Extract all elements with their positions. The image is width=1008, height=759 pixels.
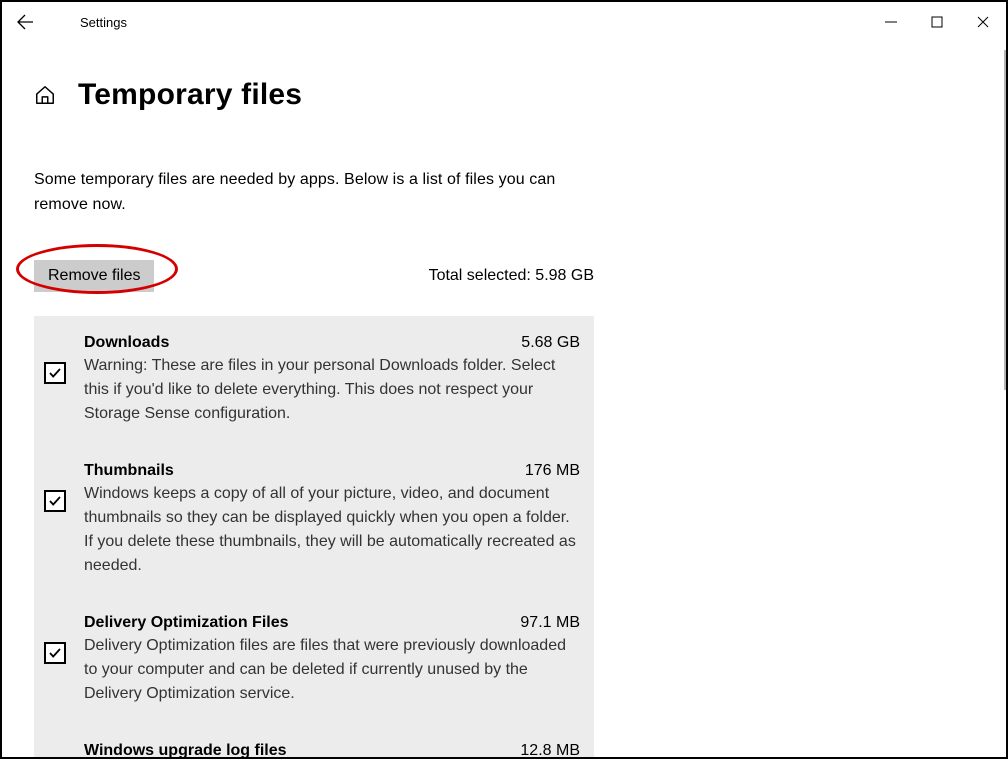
maximize-button[interactable] bbox=[914, 2, 960, 42]
back-button[interactable] bbox=[2, 2, 48, 42]
close-icon bbox=[977, 16, 989, 28]
item-name: Delivery Optimization Files bbox=[84, 614, 289, 632]
remove-files-button[interactable]: Remove files bbox=[34, 260, 154, 292]
close-button[interactable] bbox=[960, 2, 1006, 42]
item-name: Windows upgrade log files bbox=[84, 742, 287, 759]
page-header: Temporary files bbox=[34, 78, 1006, 112]
item-size: 97.1 MB bbox=[520, 614, 580, 632]
checkbox-thumbnails[interactable] bbox=[44, 490, 66, 512]
maximize-icon bbox=[931, 16, 943, 28]
temp-file-item-delivery-optimization: Delivery Optimization Files 97.1 MB Deliv… bbox=[44, 614, 580, 742]
minimize-button[interactable] bbox=[868, 2, 914, 42]
minimize-icon bbox=[885, 16, 897, 28]
titlebar: Settings bbox=[2, 2, 1006, 42]
item-name: Thumbnails bbox=[84, 462, 174, 480]
temp-file-item-thumbnails: Thumbnails 176 MB Windows keeps a copy of… bbox=[44, 462, 580, 614]
item-size: 5.68 GB bbox=[521, 334, 580, 352]
scrollbar-thumb[interactable] bbox=[1004, 50, 1008, 390]
home-button[interactable] bbox=[34, 84, 56, 106]
window-title: Settings bbox=[80, 15, 127, 30]
page-title: Temporary files bbox=[78, 78, 302, 112]
check-icon bbox=[48, 646, 62, 660]
item-description: Delivery Optimization files are files th… bbox=[84, 634, 580, 706]
window-controls bbox=[868, 2, 1006, 42]
arrow-left-icon bbox=[17, 14, 33, 30]
checkbox-downloads[interactable] bbox=[44, 362, 66, 384]
temp-file-item-downloads: Downloads 5.68 GB Warning: These are file… bbox=[44, 334, 580, 462]
check-icon bbox=[48, 494, 62, 508]
home-icon bbox=[34, 84, 56, 106]
total-selected-label: Total selected: 5.98 GB bbox=[429, 267, 594, 285]
check-icon bbox=[48, 366, 62, 380]
item-description: Windows keeps a copy of all of your pict… bbox=[84, 482, 580, 578]
action-row: Remove files Total selected: 5.98 GB bbox=[34, 260, 594, 292]
item-size: 12.8 MB bbox=[520, 742, 580, 759]
temp-file-item-windows-upgrade-logs: Windows upgrade log files12.8 MB Windows… bbox=[44, 742, 580, 759]
item-size: 176 MB bbox=[525, 462, 580, 480]
temp-files-list: Downloads 5.68 GB Warning: These are file… bbox=[34, 316, 594, 759]
item-description: Warning: These are files in your persona… bbox=[84, 354, 580, 426]
checkbox-delivery-optimization[interactable] bbox=[44, 642, 66, 664]
item-name: Downloads bbox=[84, 334, 169, 352]
intro-text: Some temporary files are needed by apps.… bbox=[34, 168, 594, 218]
settings-window: Settings Temporary files Some temporary … bbox=[0, 0, 1008, 759]
content-area: Some temporary files are needed by apps.… bbox=[34, 168, 594, 759]
